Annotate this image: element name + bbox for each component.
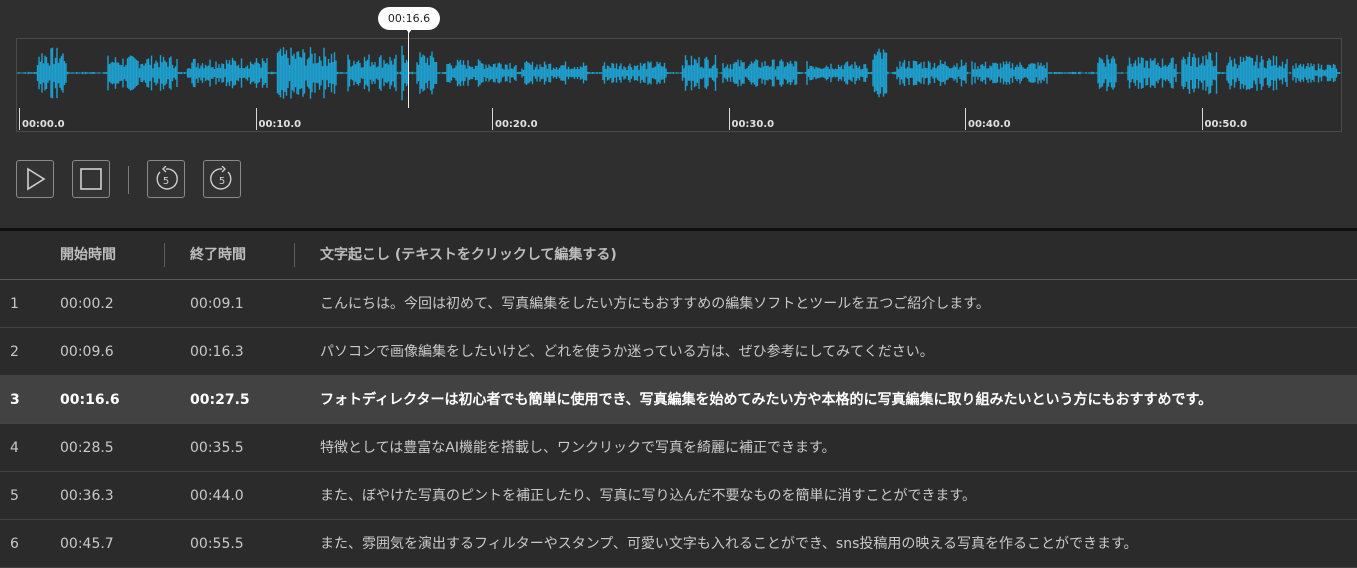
row-transcript-text[interactable]: また、ぼやけた写真のピントを補正したり、写真に写り込んだ不要なものを簡単に消すこ… <box>320 472 976 520</box>
player-panel: 00:00.0 00:10.0 00:20.0 00:30.0 00:40.0 00:50… <box>0 0 1357 228</box>
current-time-badge: 00:16.6 <box>378 7 440 33</box>
row-transcript-text[interactable]: フォトディレクターは初心者でも簡単に使用でき、写真編集を始めてみたい方や本格的に… <box>320 376 1212 424</box>
waveform[interactable] <box>17 39 1341 131</box>
row-end-time[interactable]: 00:27.5 <box>190 376 250 424</box>
timeline-tick <box>728 108 730 130</box>
waveform-track[interactable]: 00:00.0 00:10.0 00:20.0 00:30.0 00:40.0 00:50… <box>16 38 1342 132</box>
row-index: 4 <box>10 440 19 456</box>
header-transcript[interactable]: 文字起こし (テキストをクリックして編集する) <box>320 231 617 279</box>
row-index: 6 <box>10 536 19 552</box>
timeline-tick <box>19 108 20 130</box>
play-icon <box>27 167 46 191</box>
table-row[interactable]: 6 00:45.7 00:55.5 また、雰囲気を演出するフィルターやスタンプ、… <box>0 520 1357 568</box>
forward-5-icon: 5 <box>210 166 232 190</box>
play-button[interactable] <box>16 160 54 198</box>
row-end-time[interactable]: 00:55.5 <box>190 520 244 568</box>
row-start-time[interactable]: 00:16.6 <box>60 376 120 424</box>
table-row[interactable]: 5 00:36.3 00:44.0 また、ぼやけた写真のピントを補正したり、写真… <box>0 472 1357 520</box>
table-row[interactable]: 4 00:28.5 00:35.5 特徴としては豊富なAI機能を搭載し、ワンクリ… <box>0 424 1357 472</box>
table-row[interactable]: 2 00:09.6 00:16.3 パソコンで画像編集をしたいけど、どれを使うか… <box>0 328 1357 376</box>
timeline-tick-label: 00:40.0 <box>968 119 1011 130</box>
header-end-time[interactable]: 終了時間 <box>190 231 246 279</box>
row-end-time[interactable]: 00:16.3 <box>190 328 244 376</box>
row-index: 3 <box>10 392 20 408</box>
timeline-tick-label: 00:30.0 <box>731 119 775 130</box>
row-end-time[interactable]: 00:44.0 <box>190 472 244 520</box>
controls-separator <box>128 166 129 194</box>
table-row[interactable]: 1 00:00.2 00:09.1 こんにちは。今回は初めて、写真編集をしたい方… <box>0 280 1357 328</box>
table-header: 開始時間 終了時間 文字起こし (テキストをクリックして編集する) <box>0 231 1357 280</box>
rewind-5-label: 5 <box>163 176 169 187</box>
row-index: 1 <box>10 296 19 312</box>
header-start-time[interactable]: 開始時間 <box>60 231 116 279</box>
row-start-time[interactable]: 00:45.7 <box>60 520 114 568</box>
waveform-path <box>17 45 1341 101</box>
rewind-5-button[interactable]: 5 <box>147 160 185 198</box>
timeline-tick <box>1201 108 1203 130</box>
row-start-time[interactable]: 00:09.6 <box>60 328 114 376</box>
row-transcript-text[interactable]: パソコンで画像編集をしたいけど、どれを使うか迷っている方は、ぜひ参考にしてみてく… <box>320 328 934 376</box>
forward-5-label: 5 <box>219 176 225 187</box>
rewind-5-icon: 5 <box>156 166 178 190</box>
timeline-tick <box>965 108 966 130</box>
row-index: 5 <box>10 488 19 504</box>
row-transcript-text[interactable]: 特徴としては豊富なAI機能を搭載し、ワンクリックで写真を綺麗に補正できます。 <box>320 424 836 472</box>
timeline-tick-label: 00:10.0 <box>258 119 302 130</box>
row-end-time[interactable]: 00:09.1 <box>190 280 244 328</box>
header-separator[interactable] <box>164 243 165 267</box>
header-separator[interactable] <box>294 243 295 267</box>
row-transcript-text[interactable]: こんにちは。今回は初めて、写真編集をしたい方にもおすすめの編集ソフトとツールを五… <box>320 280 990 328</box>
timeline-tick-label: 00:00.0 <box>22 119 65 130</box>
timeline-tick <box>492 108 493 130</box>
row-end-time[interactable]: 00:35.5 <box>190 424 244 472</box>
stop-icon <box>80 168 102 190</box>
table-row-active[interactable]: 3 00:16.6 00:27.5 フォトディレクターは初心者でも簡単に使用でき… <box>0 376 1357 424</box>
row-index: 2 <box>10 344 19 360</box>
timeline-tick-label: 00:50.0 <box>1204 119 1248 130</box>
row-transcript-text[interactable]: また、雰囲気を演出するフィルターやスタンプ、可愛い文字も入れることができ、sns… <box>320 520 1138 568</box>
row-start-time[interactable]: 00:28.5 <box>60 424 114 472</box>
row-start-time[interactable]: 00:36.3 <box>60 472 114 520</box>
playhead[interactable] <box>408 30 409 108</box>
stop-button[interactable] <box>72 160 110 198</box>
timeline-tick <box>255 108 257 130</box>
forward-5-button[interactable]: 5 <box>203 160 241 198</box>
timeline-tick-label: 00:20.0 <box>495 119 538 130</box>
row-start-time[interactable]: 00:00.2 <box>60 280 114 328</box>
